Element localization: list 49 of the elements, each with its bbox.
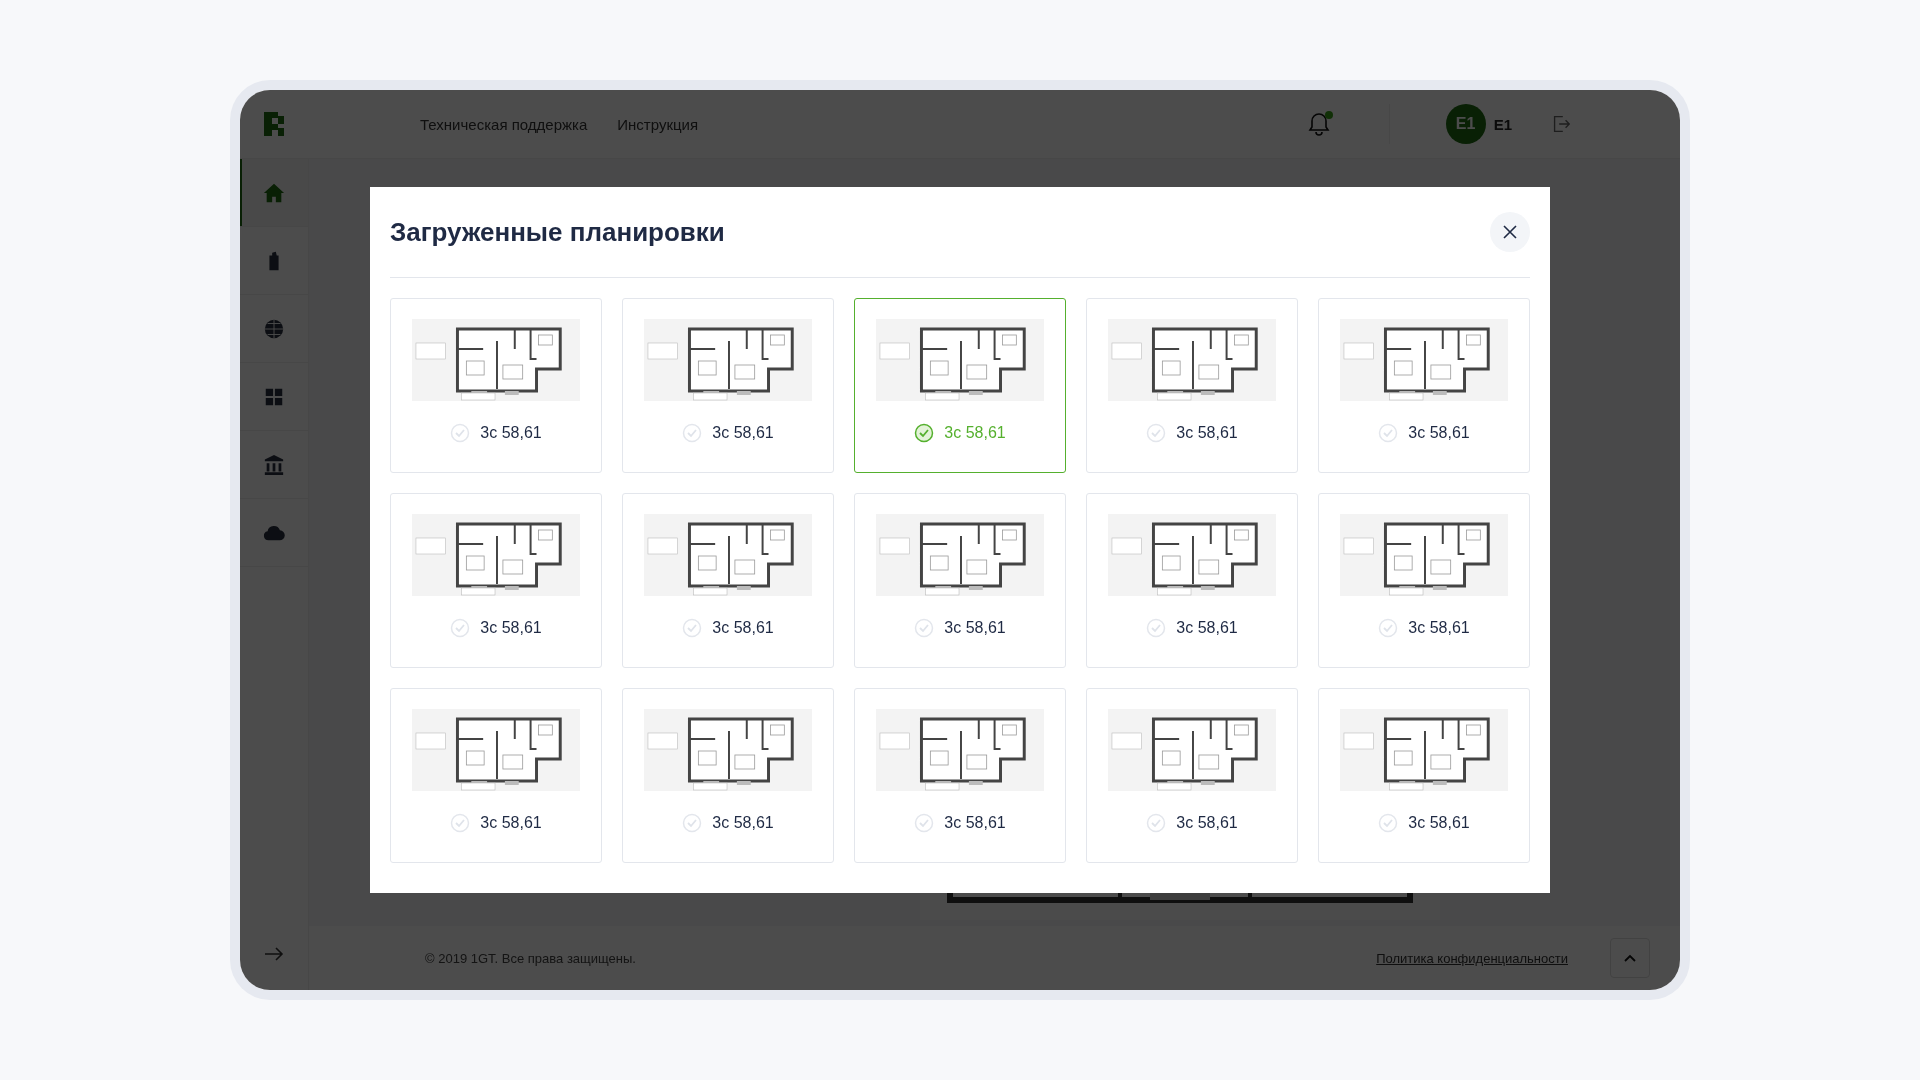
check-icon (682, 813, 703, 833)
plan-label: 3с 58,61 (944, 619, 1006, 637)
plan-label: 3с 58,61 (480, 424, 542, 442)
plan-label: 3с 58,61 (1176, 619, 1238, 637)
check-icon (450, 813, 471, 833)
plan-card[interactable]: 3с 58,61 (390, 688, 602, 863)
plan-card[interactable]: 3с 58,61 (622, 688, 834, 863)
check-icon (682, 618, 703, 638)
plan-card[interactable]: 3с 58,61 (390, 298, 602, 473)
plan-card[interactable]: 3с 58,61 (622, 493, 834, 668)
plan-label: 3с 58,61 (944, 424, 1006, 442)
plan-label: 3с 58,61 (480, 814, 542, 832)
plan-card[interactable]: 3с 58,61 (1318, 493, 1530, 668)
plan-label: 3с 58,61 (1408, 619, 1470, 637)
user-name: E1 (1493, 115, 1512, 133)
check-icon (1146, 618, 1167, 638)
plan-card[interactable]: 3с 58,61 (1086, 688, 1298, 863)
plan-label: 3с 58,61 (1408, 814, 1470, 832)
plan-card[interactable]: 3с 58,61 (1318, 688, 1530, 863)
plan-label: 3с 58,61 (1176, 424, 1238, 442)
check-icon (1146, 423, 1167, 443)
check-icon (1378, 618, 1399, 638)
copyright-text: © 2019 1GT. Все права защищены. (425, 950, 636, 966)
close-icon (1502, 224, 1518, 240)
check-icon (450, 618, 471, 638)
check-icon (914, 618, 935, 638)
plan-label: 3с 58,61 (480, 619, 542, 637)
plan-card[interactable]: 3с 58,61 (1086, 493, 1298, 668)
plan-card[interactable]: 3с 58,61 (622, 298, 834, 473)
check-icon (1146, 813, 1167, 833)
plan-card[interactable]: 3с 58,61 (854, 493, 1066, 668)
plan-label: 3с 58,61 (944, 814, 1006, 832)
check-icon (914, 423, 935, 443)
plan-label: 3с 58,61 (712, 814, 774, 832)
plan-label: 3с 58,61 (1176, 814, 1238, 832)
plan-card[interactable]: 3с 58,61 (390, 493, 602, 668)
modal-title: Загруженные планировки (390, 216, 725, 248)
close-button[interactable] (1490, 212, 1530, 252)
check-icon (914, 813, 935, 833)
check-icon (1378, 423, 1399, 443)
plan-label: 3с 58,61 (712, 424, 774, 442)
check-icon (1378, 813, 1399, 833)
plan-card[interactable]: 3с 58,61 (1086, 298, 1298, 473)
check-icon (450, 423, 471, 443)
plan-card[interactable]: 3с 58,61 (1318, 298, 1530, 473)
plan-card[interactable]: 3с 58,61 (854, 688, 1066, 863)
plan-label: 3с 58,61 (712, 619, 774, 637)
plan-label: 3с 58,61 (1408, 424, 1470, 442)
check-icon (682, 423, 703, 443)
